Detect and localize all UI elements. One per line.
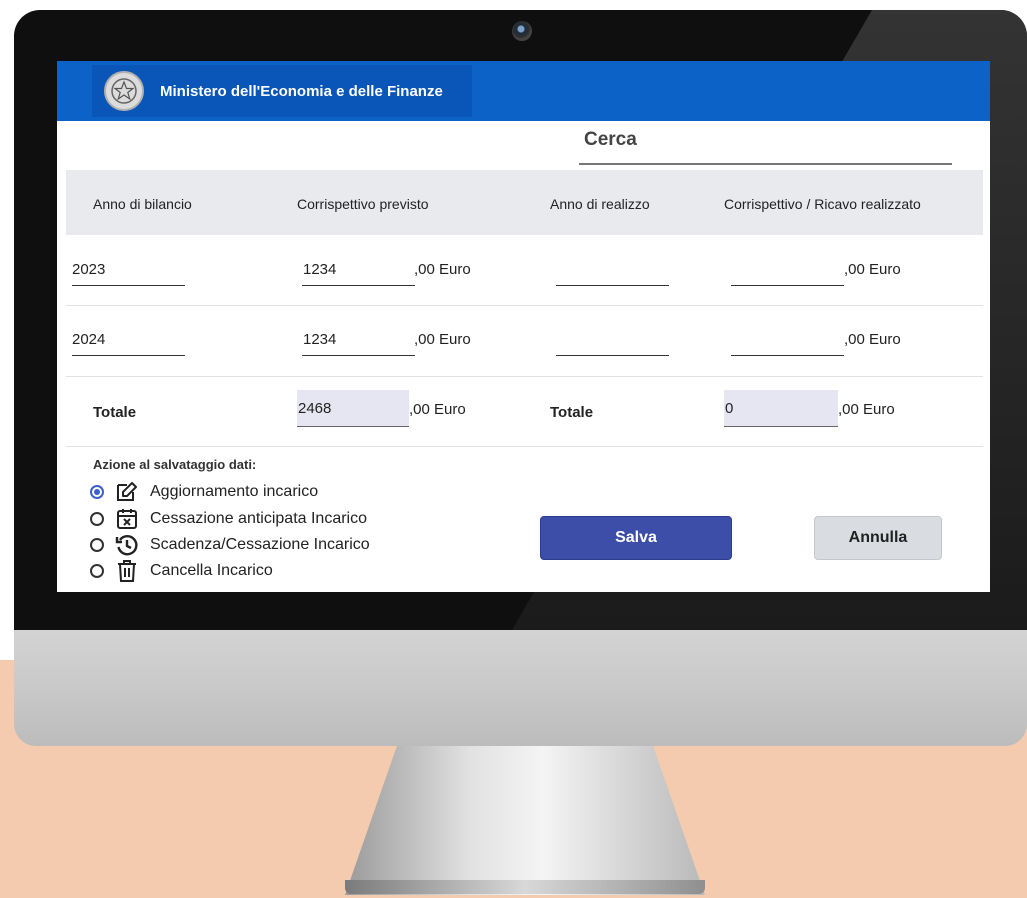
corrispettivo-realizzato-input[interactable] [731,285,844,286]
save-button[interactable]: Salva [540,516,732,560]
search-field-label: Cerca [584,129,637,150]
anno-realizzo-input[interactable] [556,355,669,356]
euro-suffix: ,00 Euro [844,331,901,348]
app-header: Ministero dell'Economia e delle Finanze [57,61,990,121]
option-label: Cancella Incarico [150,562,273,579]
euro-suffix: ,00 Euro [414,261,471,278]
table-header: Anno di bilancio Corrispettivo previsto … [66,170,983,235]
radio-cancella[interactable] [90,564,104,578]
row-divider [66,305,983,306]
totale-previsto-field: 2468 [297,390,409,427]
corrispettivo-previsto-input[interactable]: 1234 [303,331,336,348]
totale-previsto-value: 2468 [298,400,332,417]
option-label: Cessazione anticipata Incarico [150,510,368,527]
app-screen: Ministero dell'Economia e delle Finanze … [57,61,990,592]
totale-label: Totale [93,404,137,421]
edit-icon [114,481,140,503]
save-action-title: Azione al salvataggio dati: [93,457,257,472]
option-scadenza[interactable]: Scadenza/Cessazione Incarico [90,534,370,556]
euro-suffix: ,00 Euro [838,401,895,418]
trash-icon [114,560,140,582]
euro-suffix: ,00 Euro [414,331,471,348]
brand-block: Ministero dell'Economia e delle Finanze [92,65,472,117]
radio-aggiornamento[interactable] [90,485,104,499]
republic-emblem-icon [104,71,144,111]
search-input[interactable] [579,163,952,165]
column-header-anno-bilancio: Anno di bilancio [93,196,192,212]
anno-bilancio-input[interactable]: 2024 [72,331,105,348]
calendar-x-icon [114,508,140,530]
monitor-stand [345,740,705,895]
cancel-button[interactable]: Annulla [814,516,942,560]
monitor-stand-base [345,880,705,894]
history-icon [114,534,140,556]
column-header-corrispettivo-previsto: Corrispettivo previsto [297,196,429,212]
totale-realizzato-value: 0 [725,400,734,417]
totale-realizzato-field: 0 [724,390,838,427]
option-aggiornamento[interactable]: Aggiornamento incarico [90,481,318,503]
corrispettivo-previsto-underline [302,285,415,286]
option-label: Aggiornamento incarico [150,483,319,500]
row-divider [66,446,983,447]
corrispettivo-realizzato-input[interactable] [731,355,844,356]
row-divider [66,376,983,377]
option-cessazione-anticipata[interactable]: Cessazione anticipata Incarico [90,508,367,530]
anno-bilancio-input[interactable]: 2023 [72,261,105,278]
anno-bilancio-underline [72,355,185,356]
euro-suffix: ,00 Euro [844,261,901,278]
corrispettivo-previsto-input[interactable]: 1234 [303,261,336,278]
ministry-title: Ministero dell'Economia e delle Finanze [160,82,443,100]
anno-bilancio-underline [72,285,185,286]
radio-cessazione-anticipata[interactable] [90,512,104,526]
corrispettivo-previsto-underline [302,355,415,356]
column-header-corrispettivo-realizzato: Corrispettivo / Ricavo realizzato [724,196,921,212]
radio-scadenza[interactable] [90,538,104,552]
column-header-anno-realizzo: Anno di realizzo [550,196,650,212]
webcam-icon [512,21,532,41]
euro-suffix: ,00 Euro [409,401,466,418]
totale-label: Totale [550,404,594,421]
option-label: Scadenza/Cessazione Incarico [150,536,370,553]
option-cancella[interactable]: Cancella Incarico [90,560,273,582]
anno-realizzo-input[interactable] [556,285,669,286]
